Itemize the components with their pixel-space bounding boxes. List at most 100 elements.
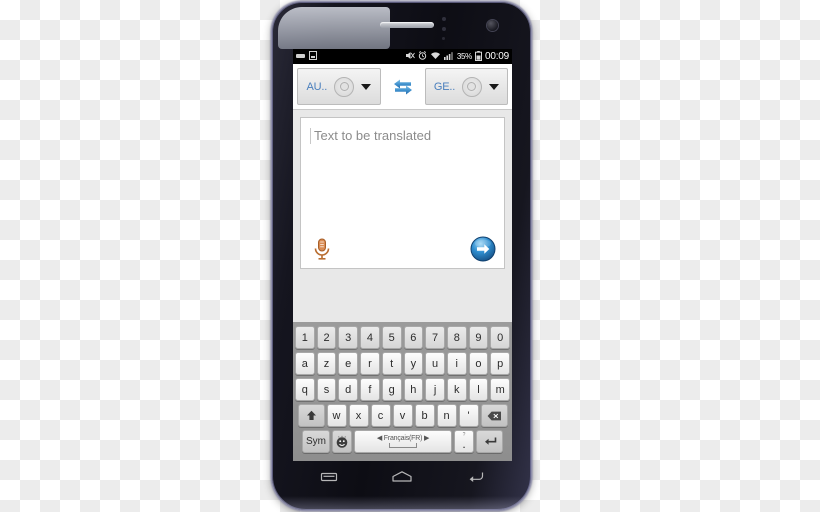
back-button[interactable] <box>466 470 486 489</box>
language-selection-bar: AU.. GE.. <box>293 64 512 110</box>
home-icon <box>392 470 413 482</box>
home-button[interactable] <box>391 470 413 489</box>
key-5[interactable]: 5 <box>381 326 402 349</box>
sd-card-icon <box>309 51 317 62</box>
space-right-arrow-icon[interactable]: ▶ <box>424 435 429 442</box>
key-q[interactable]: q <box>294 378 315 401</box>
key-n[interactable]: n <box>436 404 457 427</box>
keyboard-row-1: a z e r t y u i o p <box>294 352 511 375</box>
key-6[interactable]: 6 <box>403 326 424 349</box>
period-key-alt-label: ? <box>462 432 466 438</box>
space-bar-glyph <box>389 443 417 448</box>
key-8[interactable]: 8 <box>446 326 467 349</box>
phone-bottom-bezel <box>272 496 531 510</box>
translate-submit-button[interactable] <box>470 236 496 262</box>
key-r[interactable]: r <box>360 352 380 375</box>
light-sensor-icon <box>442 27 446 31</box>
key-4[interactable]: 4 <box>360 326 380 349</box>
key-f[interactable]: f <box>360 378 380 401</box>
space-left-arrow-icon[interactable]: ◀ <box>377 435 382 442</box>
back-icon <box>469 472 483 482</box>
target-chevron-down-icon[interactable] <box>488 83 499 90</box>
space-key[interactable]: ◀ Français(FR) ▶ <box>354 430 452 453</box>
recents-icon <box>321 472 338 481</box>
key-j[interactable]: j <box>425 378 445 401</box>
front-camera-icon <box>487 20 498 31</box>
microphone-icon <box>314 238 330 260</box>
phone-screen: 35% 00:09 AU.. GE.. Text to be translate… <box>293 49 512 461</box>
keyboard-row-4: Sym ◀ Français(FR) ▶ ? . <box>295 430 510 453</box>
key-7[interactable]: 7 <box>425 326 445 349</box>
shift-up-icon <box>306 410 316 420</box>
keyboard-layout-label: ◀ Français(FR) ▶ <box>355 434 451 442</box>
emoji-key[interactable] <box>332 430 352 453</box>
swap-languages-button[interactable] <box>380 64 425 109</box>
earpiece-speaker-icon <box>380 22 434 28</box>
alarm-icon <box>418 51 427 62</box>
key-i[interactable]: i <box>446 352 467 375</box>
key-d[interactable]: d <box>338 378 359 401</box>
period-key[interactable]: ? . <box>454 430 474 453</box>
key-h[interactable]: h <box>403 378 424 401</box>
android-navigation-bar <box>293 461 512 497</box>
target-language-button[interactable]: GE.. <box>424 68 508 105</box>
keyboard-layout-name: Français(FR) <box>383 435 423 442</box>
key-p[interactable]: p <box>490 352 511 375</box>
proximity-sensor-icon <box>442 17 446 21</box>
key-2[interactable]: 2 <box>316 326 337 349</box>
symbols-key[interactable]: Sym <box>302 430 330 453</box>
key-u[interactable]: u <box>425 352 445 375</box>
status-bar-right-icons: 35% 00:09 <box>405 50 509 63</box>
source-language-button[interactable]: AU.. <box>297 68 381 105</box>
key-3[interactable]: 3 <box>338 326 359 349</box>
source-speaker-icon[interactable] <box>334 76 355 97</box>
usb-debug-icon <box>296 52 305 62</box>
key-9[interactable]: 9 <box>468 326 489 349</box>
key-1[interactable]: 1 <box>294 326 315 349</box>
key-m[interactable]: m <box>490 378 511 401</box>
key-t[interactable]: t <box>381 352 402 375</box>
target-speaker-icon[interactable] <box>461 76 482 97</box>
key-s[interactable]: s <box>316 378 337 401</box>
arrow-right-circle-icon <box>470 236 496 262</box>
key-k[interactable]: k <box>446 378 467 401</box>
key-y[interactable]: y <box>403 352 424 375</box>
key-b[interactable]: b <box>414 404 435 427</box>
recents-button[interactable] <box>319 470 339 489</box>
backspace-icon <box>487 411 501 420</box>
target-language-label: GE.. <box>433 80 456 93</box>
key-l[interactable]: l <box>468 378 489 401</box>
emoji-icon <box>336 435 348 448</box>
shift-key[interactable] <box>297 404 325 427</box>
key-w[interactable]: w <box>326 404 347 427</box>
battery-icon <box>474 50 482 63</box>
battery-percent-label: 35% <box>456 52 472 61</box>
mute-icon <box>405 51 415 62</box>
keyboard-number-row: 1 2 3 4 5 6 7 8 9 0 <box>294 326 511 349</box>
microphone-button[interactable] <box>309 236 335 262</box>
key-a[interactable]: a <box>294 352 315 375</box>
backspace-key[interactable] <box>480 404 508 427</box>
enter-icon <box>484 437 496 445</box>
wifi-icon <box>430 51 441 62</box>
key-x[interactable]: x <box>348 404 369 427</box>
status-bar-left-icons <box>296 51 405 62</box>
key-g[interactable]: g <box>381 378 402 401</box>
source-text-placeholder[interactable]: Text to be translated <box>310 128 496 144</box>
status-bar-clock: 00:09 <box>484 51 509 62</box>
status-bar: 35% 00:09 <box>293 49 512 64</box>
key-e[interactable]: e <box>338 352 359 375</box>
source-chevron-down-icon[interactable] <box>361 83 372 90</box>
phone-top-bezel <box>272 2 531 49</box>
key-z[interactable]: z <box>316 352 337 375</box>
key-v[interactable]: v <box>392 404 413 427</box>
key-c[interactable]: c <box>370 404 391 427</box>
smartphone-device: 35% 00:09 AU.. GE.. Text to be translate… <box>272 2 531 510</box>
notification-led-icon <box>442 37 445 40</box>
key-0[interactable]: 0 <box>490 326 511 349</box>
signal-icon <box>443 51 454 62</box>
key-apostrophe[interactable]: ' <box>458 404 479 427</box>
key-o[interactable]: o <box>468 352 489 375</box>
enter-key[interactable] <box>476 430 503 453</box>
translate-input-card[interactable]: Text to be translated <box>300 117 505 269</box>
